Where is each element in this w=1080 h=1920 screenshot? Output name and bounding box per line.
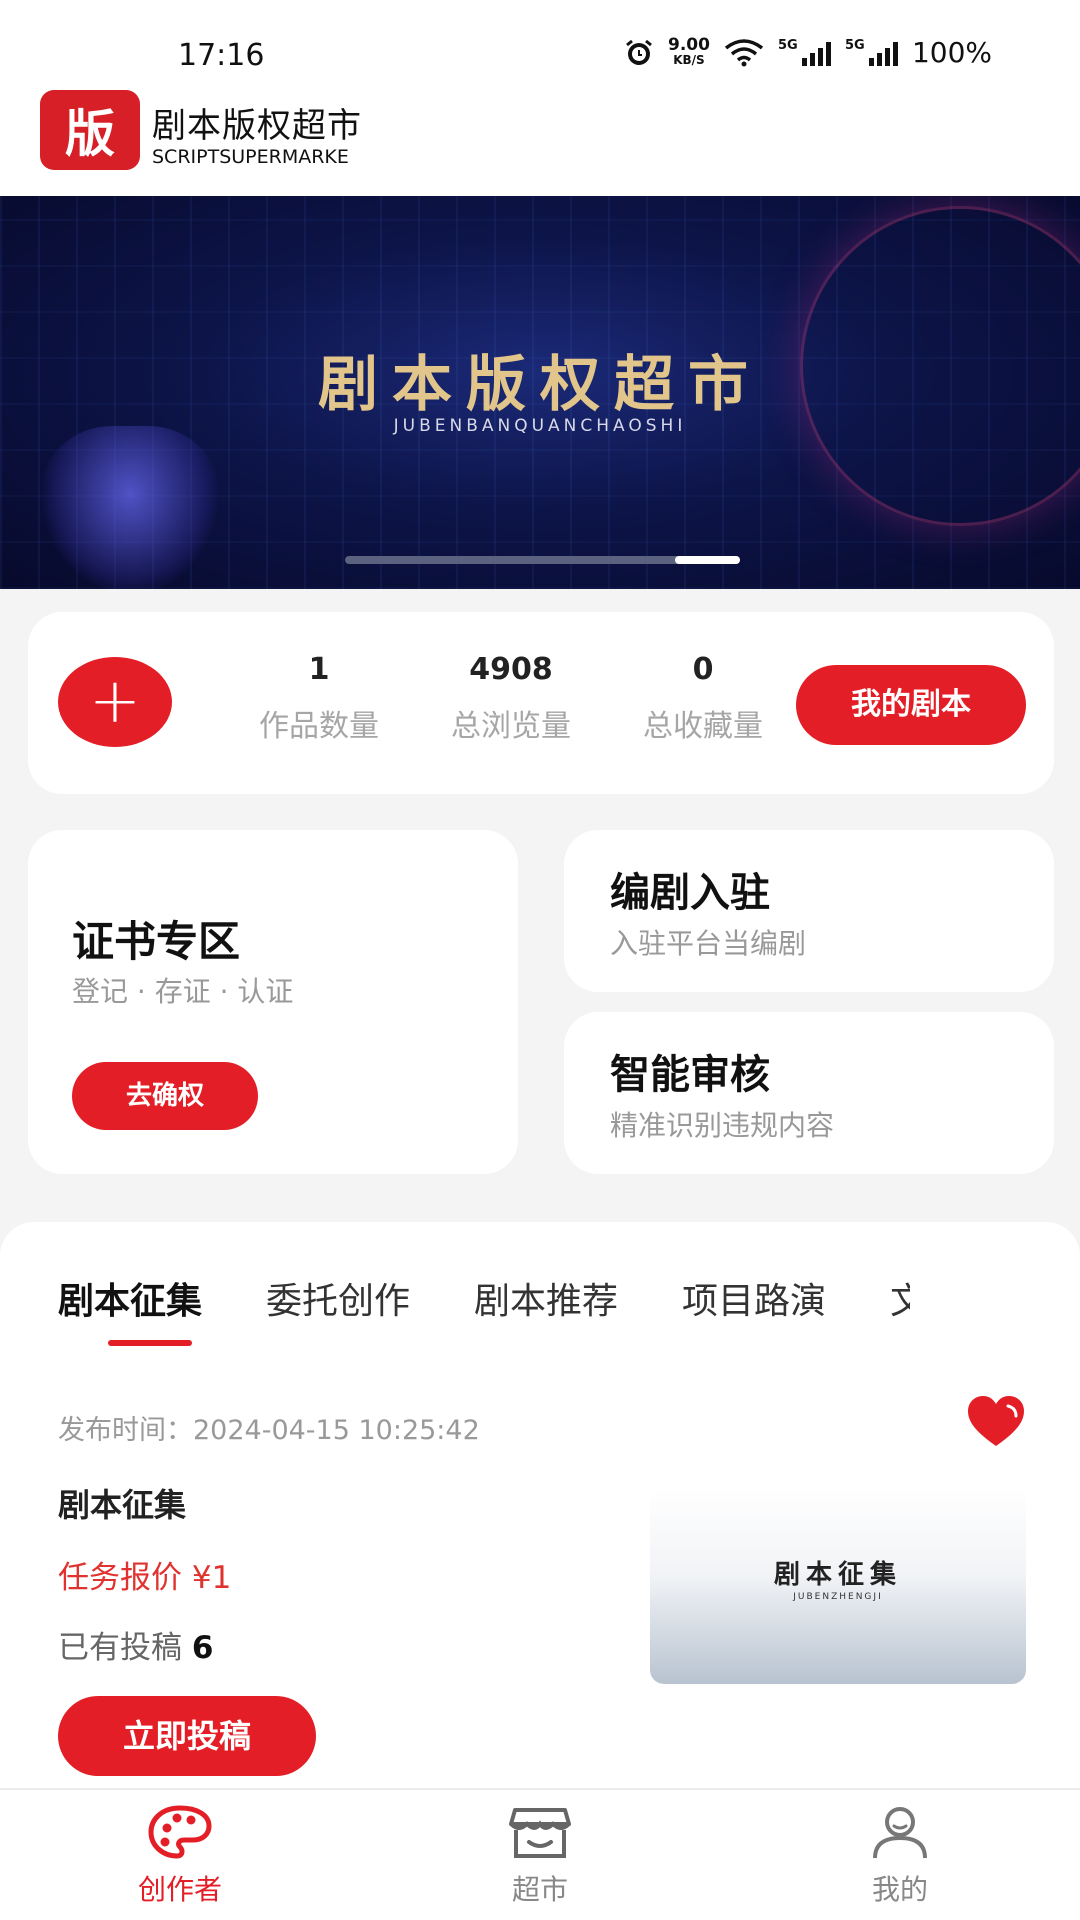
listing-thumbnail[interactable]: 剧本征集 JUBENZHENGJI (650, 1488, 1026, 1684)
listing-title: 剧本征集 (58, 1486, 187, 1524)
stat-favorites: 0 总收藏量 (618, 652, 788, 745)
favorite-heart-icon[interactable] (966, 1394, 1026, 1450)
stat-views: 4908 总浏览量 (426, 652, 596, 745)
stat-value: 0 (692, 652, 714, 687)
publish-time: 发布时间：2024-04-15 10:25:42 (58, 1415, 480, 1446)
nav-label: 我的 (871, 1873, 928, 1906)
signal-icon: 5G (778, 38, 831, 66)
tab-commission[interactable]: 委托创作 (266, 1272, 410, 1324)
palette-icon (148, 1805, 212, 1859)
network-speed: 9.00 KB/S (667, 34, 710, 67)
stat-works: 1 作品数量 (234, 652, 404, 745)
carousel-indicator-active (675, 556, 740, 564)
banner-carousel[interactable]: 剧本版权超市 JUBENBANQUANCHAOSHI (0, 196, 1080, 589)
stat-label: 总浏览量 (451, 709, 571, 744)
carousel-indicator (345, 556, 740, 564)
nav-mine[interactable]: 我的 (800, 1804, 1000, 1908)
tab-overflow[interactable]: 文 (890, 1272, 910, 1324)
status-time: 17:16 (178, 38, 265, 73)
wifi-icon (724, 38, 764, 66)
stat-label: 作品数量 (259, 709, 379, 744)
add-work-button[interactable]: + (58, 657, 172, 747)
submit-now-button[interactable]: 立即投稿 (58, 1696, 316, 1776)
user-icon (873, 1807, 927, 1859)
card-subtitle: 入驻平台当编剧 (610, 927, 807, 960)
app-subtitle: SCRIPTSUPERMARKE (152, 146, 349, 168)
nav-market[interactable]: 超市 (440, 1804, 640, 1908)
tab-script-call[interactable]: 剧本征集 (58, 1272, 202, 1346)
my-scripts-button[interactable]: 我的剧本 (796, 665, 1026, 745)
certificate-subtitle: 登记 · 存证 · 认证 (72, 975, 294, 1008)
tab-roadshow[interactable]: 项目路演 (682, 1272, 826, 1324)
bottom-nav: 创作者 超市 我的 (0, 1788, 1080, 1920)
thumbnail-subtitle: JUBENZHENGJI (793, 1592, 883, 1602)
certificate-title: 证书专区 (72, 917, 241, 966)
signal-icon: 5G (845, 38, 898, 66)
app-logo: 版 (40, 90, 140, 170)
listing-price: 任务报价 ¥1 (58, 1560, 232, 1596)
banner-subtitle: JUBENBANQUANCHAOSHI (393, 416, 687, 436)
writer-join-card[interactable]: 编剧入驻 入驻平台当编剧 (564, 830, 1054, 992)
stat-label: 总收藏量 (643, 709, 763, 744)
app-header: 版 剧本版权超市 SCRIPTSUPERMARKE (0, 86, 1080, 196)
nav-creator[interactable]: 创作者 (80, 1804, 280, 1908)
nav-label: 创作者 (137, 1873, 222, 1906)
banner-title: 剧本版权超市 (318, 350, 762, 420)
card-title: 智能审核 (610, 1052, 770, 1098)
battery-level: 100% (911, 36, 992, 69)
submission-count: 已有投稿 6 (58, 1630, 214, 1666)
certificate-card[interactable]: 证书专区 登记 · 存证 · 认证 去确权 (28, 830, 518, 1174)
status-bar: 17:16 9.00 KB/S 5G 5G 100% (0, 0, 1080, 86)
stat-value: 4908 (469, 652, 553, 687)
smart-review-card[interactable]: 智能审核 精准识别违规内容 (564, 1012, 1054, 1174)
stats-card: + 1 作品数量 4908 总浏览量 0 总收藏量 我的剧本 (28, 612, 1054, 794)
tab-recommend[interactable]: 剧本推荐 (474, 1272, 618, 1324)
store-icon (509, 1808, 571, 1858)
alarm-icon (626, 39, 652, 65)
category-tabs: 剧本征集 委托创作 剧本推荐 项目路演 文 (58, 1272, 910, 1346)
status-icons: 9.00 KB/S 5G 5G 100% (624, 36, 992, 69)
listing-section: 剧本征集 委托创作 剧本推荐 项目路演 文 发布时间：2024-04-15 10… (0, 1222, 1080, 1788)
card-title: 编剧入驻 (610, 870, 770, 916)
thumbnail-title: 剧本征集 (773, 1560, 902, 1590)
runner-figure (40, 426, 220, 589)
nav-label: 超市 (511, 1873, 568, 1906)
stat-value: 1 (308, 652, 330, 687)
app-title: 剧本版权超市 (152, 106, 362, 146)
card-subtitle: 精准识别违规内容 (610, 1109, 835, 1142)
confirm-rights-button[interactable]: 去确权 (72, 1062, 258, 1130)
